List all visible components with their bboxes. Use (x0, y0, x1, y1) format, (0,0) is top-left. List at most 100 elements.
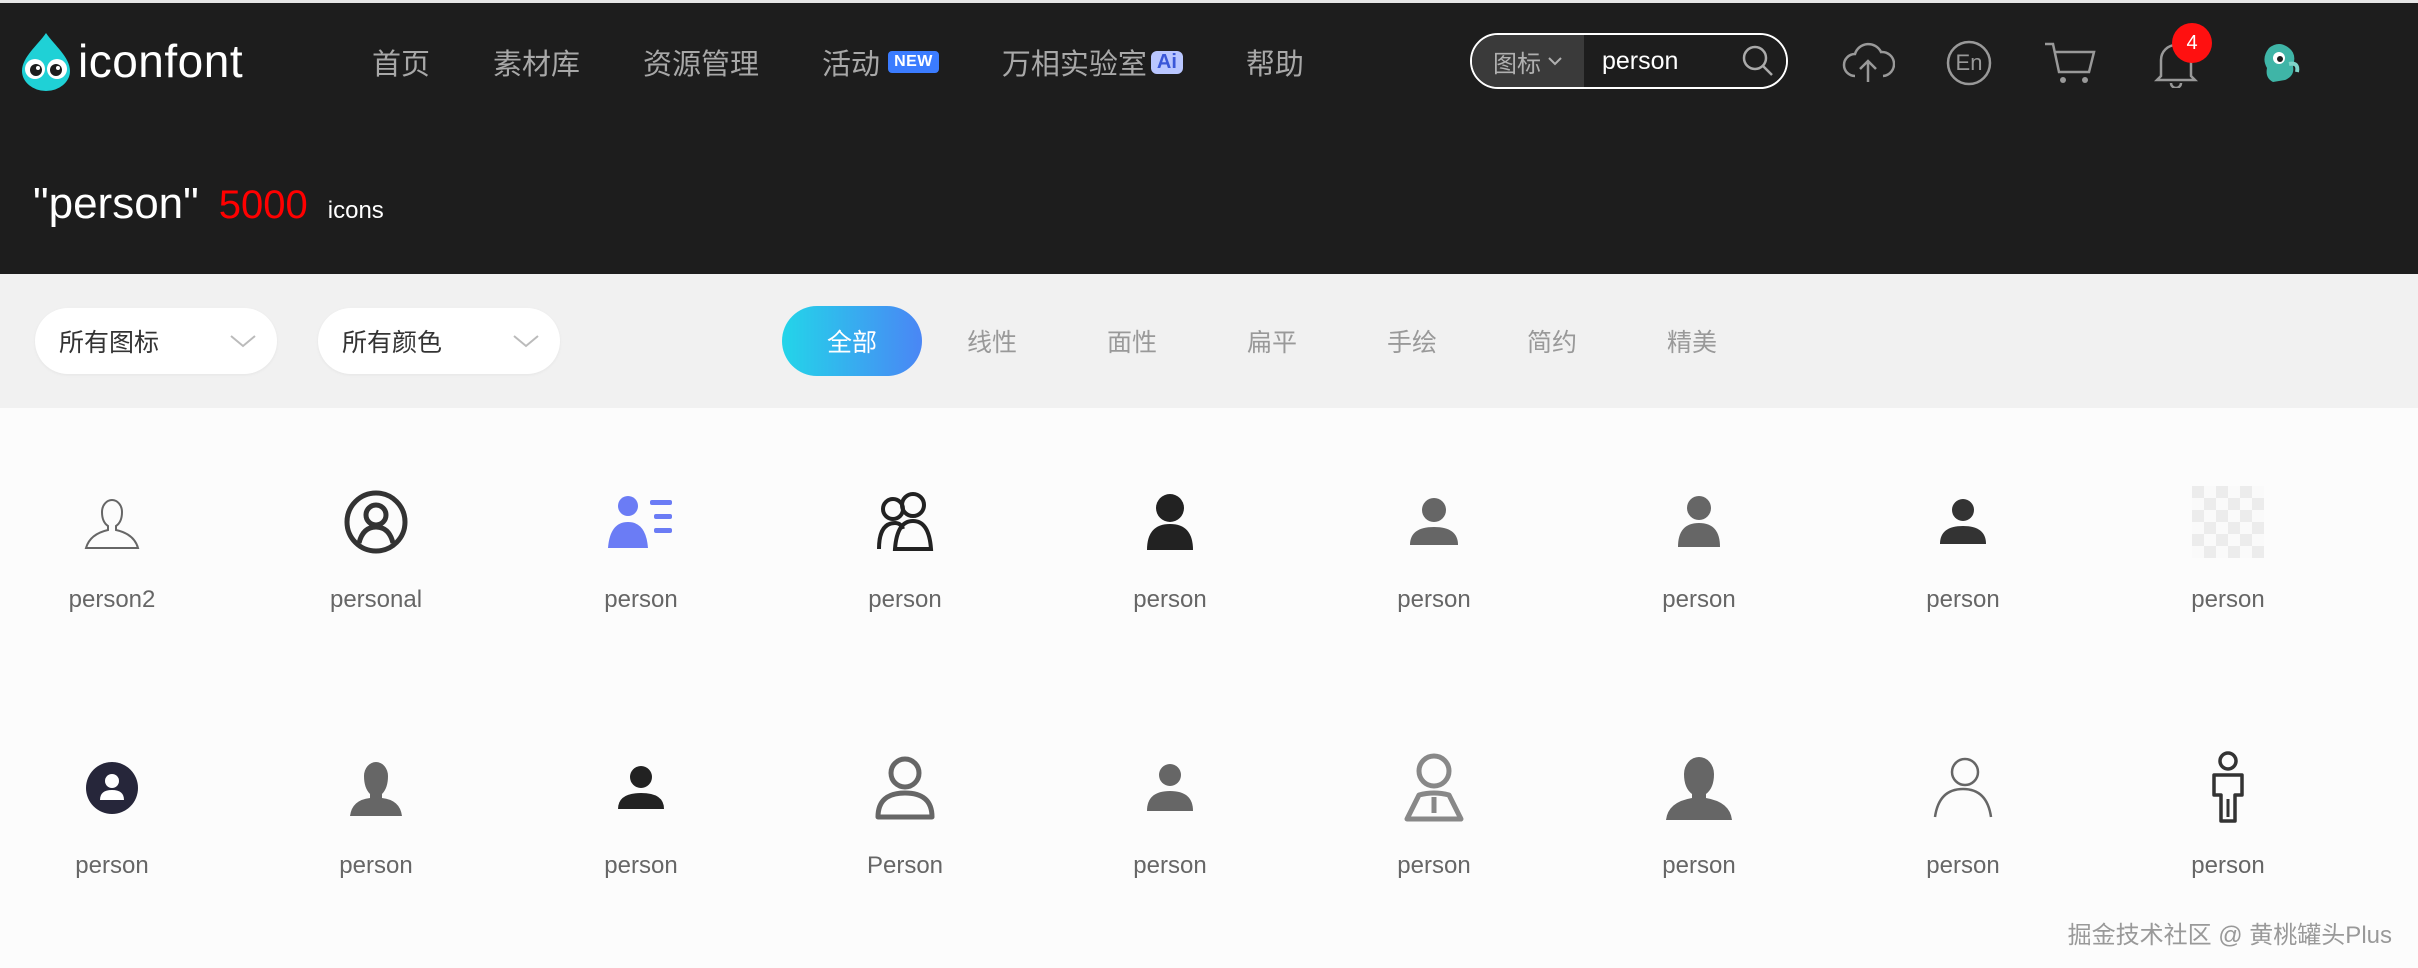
language-label: En (1955, 50, 1983, 75)
language-switch-icon[interactable]: En (1941, 35, 1997, 91)
icon-card[interactable]: person (1619, 748, 1779, 908)
icon-card[interactable]: person (2148, 748, 2308, 908)
notification-count-badge: 4 (2172, 23, 2212, 63)
person-standing-icon (2188, 748, 2268, 828)
icon-card[interactable]: person (32, 748, 192, 908)
tab-all[interactable]: 全部 (782, 306, 922, 376)
icon-name: person (75, 852, 149, 879)
search-type-select[interactable]: 图标 (1472, 35, 1584, 87)
icon-name: person (868, 586, 942, 613)
color-select-value: 所有颜色 (342, 329, 443, 357)
icon-name: person (1397, 586, 1471, 613)
icon-name: person (2191, 852, 2265, 879)
search-input[interactable]: person (1584, 35, 1730, 87)
icon-name: person (1133, 852, 1207, 879)
search-box: 图标 person (1470, 33, 1788, 89)
icon-name: person (1662, 586, 1736, 613)
icon-card[interactable]: person (1619, 482, 1779, 642)
icon-card[interactable]: person (1090, 748, 1250, 908)
tab-exquisite[interactable]: 精美 (1622, 306, 1762, 376)
person-bust-icon (336, 748, 416, 828)
icon-card[interactable]: person (2148, 482, 2308, 642)
icon-name: person2 (68, 586, 156, 613)
style-tabs: 全部 线性 面性 扁平 手绘 简约 精美 (782, 306, 1762, 376)
icon-name: person (1926, 586, 2000, 613)
top-header: iconfont 首页 素材库 资源管理 活动 NEW 万相实验室 Ai 帮助 图标… (0, 0, 2418, 274)
tab-filled[interactable]: 面性 (1062, 306, 1202, 376)
nav-item-home[interactable]: 首页 (372, 41, 430, 83)
iconfont-logo-icon (18, 31, 74, 91)
tab-linear[interactable]: 线性 (922, 306, 1062, 376)
search-button[interactable] (1730, 35, 1786, 87)
icon-card[interactable]: person2 (32, 482, 192, 642)
person-outline-icon (865, 748, 945, 828)
icon-card[interactable]: person (561, 748, 721, 908)
logo[interactable]: iconfont (18, 31, 243, 91)
watermark: 掘金技术社区 @ 黄桃罐头Plus (2067, 922, 2392, 949)
icon-name: person (339, 852, 413, 879)
icon-card[interactable]: person (296, 748, 456, 908)
icon-name: person (2191, 586, 2265, 613)
nav-item-library[interactable]: 素材库 (493, 41, 580, 83)
person-solid-icon (1394, 482, 1474, 562)
search-value: person (1602, 46, 1679, 75)
nav-label: 万相实验室 (1001, 49, 1147, 81)
cart-icon[interactable] (2042, 35, 2098, 91)
icon-name: person (1662, 852, 1736, 879)
person-bust-icon (1659, 748, 1739, 828)
icon-name: person (1926, 852, 2000, 879)
result-heading: "person" 5000 icons (33, 179, 384, 229)
main-nav: 首页 素材库 资源管理 活动 NEW 万相实验室 Ai 帮助 (372, 41, 1367, 83)
icon-name: personal (329, 586, 423, 613)
person-solid-icon (1130, 748, 1210, 828)
result-count: 5000 (218, 183, 308, 227)
icon-card[interactable]: person (1883, 748, 2043, 908)
two-persons-icon (865, 482, 945, 562)
color-select[interactable]: 所有颜色 (318, 308, 560, 374)
icon-name: person (604, 852, 678, 879)
person-solid-icon (1923, 482, 2003, 562)
icon-name: Person (866, 852, 944, 879)
icon-type-select-value: 所有图标 (59, 329, 160, 357)
icon-card[interactable]: person (1883, 482, 2043, 642)
person-circle-outline-icon (336, 482, 416, 562)
icon-card[interactable]: person (1354, 482, 1514, 642)
user-avatar[interactable] (2252, 35, 2308, 91)
nav-item-events[interactable]: 活动 NEW (822, 41, 939, 83)
nav-item-help[interactable]: 帮助 (1246, 41, 1304, 83)
nav-item-resources[interactable]: 资源管理 (643, 41, 759, 83)
icon-name: person (1133, 586, 1207, 613)
tab-simple[interactable]: 简约 (1482, 306, 1622, 376)
logo-text: iconfont (78, 35, 244, 87)
person-solid-icon (1659, 482, 1739, 562)
person-tie-outline-icon (1394, 748, 1474, 828)
tab-flat[interactable]: 扁平 (1202, 306, 1342, 376)
chevron-down-icon (513, 335, 539, 348)
nav-label: 首页 (372, 49, 431, 81)
avatar-icon (2264, 44, 2300, 82)
chevron-down-icon (1548, 57, 1562, 66)
person-solid-icon (1130, 482, 1210, 562)
icon-name: person (604, 586, 678, 613)
icon-card[interactable]: person (1090, 482, 1250, 642)
new-badge: NEW (888, 51, 939, 73)
icon-card[interactable]: personal (296, 482, 456, 642)
person-outline-icon (72, 482, 152, 562)
nav-item-lab[interactable]: 万相实验室 Ai (1002, 41, 1183, 83)
nav-label: 资源管理 (643, 49, 760, 81)
icon-card[interactable]: person (561, 482, 721, 642)
tab-handdrawn[interactable]: 手绘 (1342, 306, 1482, 376)
upload-cloud-icon[interactable] (1840, 35, 1896, 91)
icon-card[interactable]: Person (825, 748, 985, 908)
icon-card[interactable]: person (1354, 748, 1514, 908)
nav-label: 素材库 (493, 49, 581, 81)
person-thin-outline-icon (1923, 748, 2003, 828)
transparent-placeholder-icon (2188, 482, 2268, 562)
person-card-icon (601, 482, 681, 562)
icon-name: person (1397, 852, 1471, 879)
result-query: "person" (33, 179, 199, 228)
filter-bar: 所有图标 所有颜色 全部 线性 面性 扁平 手绘 简约 精美 (0, 274, 2418, 408)
icon-card[interactable]: person (825, 482, 985, 642)
icon-type-select[interactable]: 所有图标 (35, 308, 277, 374)
search-icon (1742, 45, 1773, 76)
